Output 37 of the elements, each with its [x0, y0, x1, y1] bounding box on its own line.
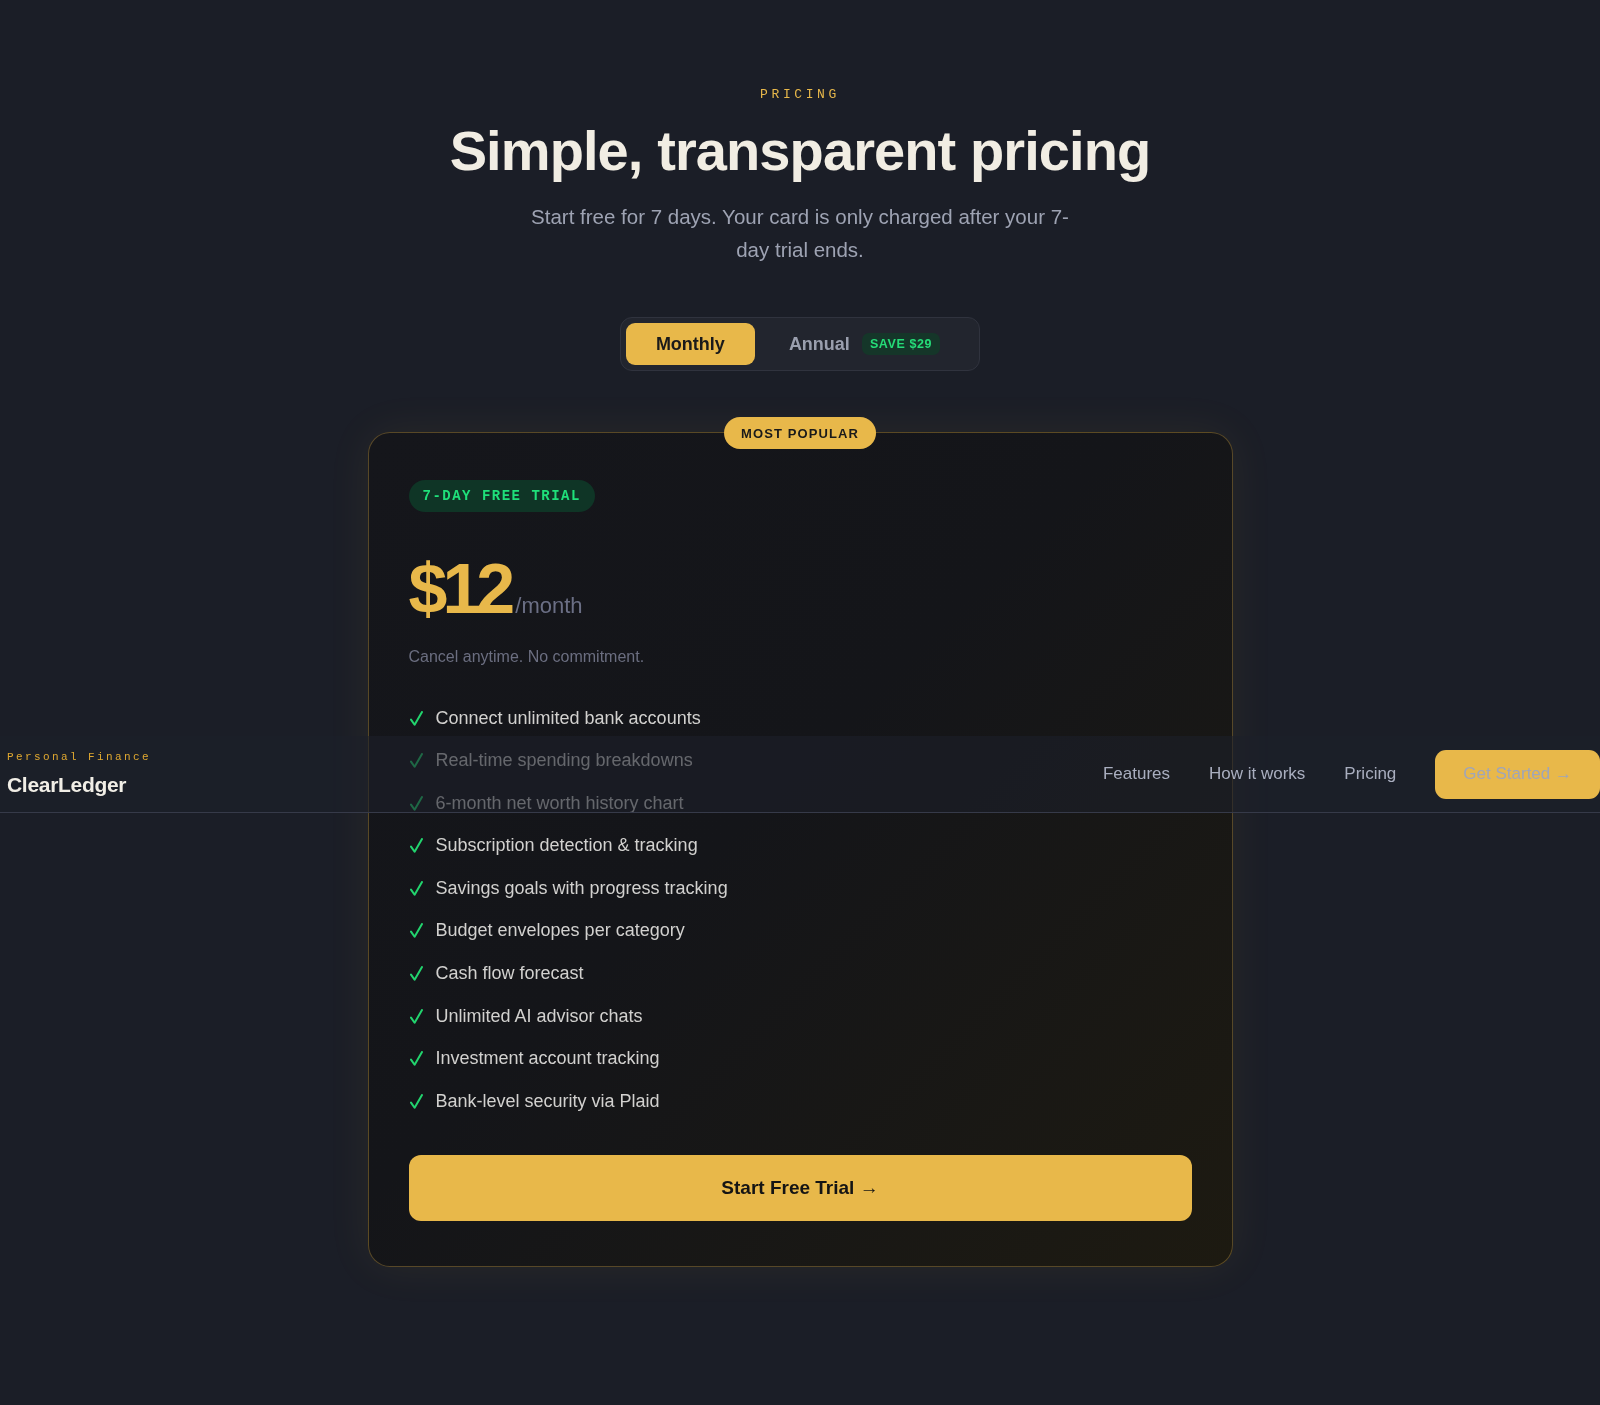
billing-option-tab[interactable]: Annual SAVE $29 [754, 323, 975, 365]
brand-name[interactable]: ClearLedger [7, 772, 127, 798]
nav-link[interactable]: How it works [1209, 764, 1306, 784]
check-icon [409, 1093, 423, 1109]
check-icon [409, 966, 423, 982]
check-icon [409, 710, 423, 726]
save-badge: SAVE $29 [861, 333, 941, 355]
feature-text: Savings goals with progress tracking [435, 877, 728, 899]
feature-text: Unlimited AI advisor chats [435, 1005, 643, 1027]
page-title: Simple, transparent pricing [449, 118, 1151, 184]
feature-text: Connect unlimited bank accounts [435, 707, 701, 729]
feature-text: Real-time spending breakdowns [435, 750, 693, 772]
check-icon [409, 753, 423, 769]
price-note: Cancel anytime. No commitment. [408, 647, 645, 667]
brand-tagline: Personal Finance [7, 750, 152, 764]
section-eyebrow: PRICING [760, 87, 840, 103]
check-icon [409, 795, 423, 811]
check-icon [409, 923, 423, 939]
start-trial-button[interactable]: Start Free Trial → [408, 1155, 1192, 1222]
free-trial-tag: 7-DAY FREE TRIAL [408, 480, 595, 512]
feature-text: Bank-level security via Plaid [435, 1090, 660, 1112]
billing-option-tab[interactable]: Monthly [625, 323, 755, 365]
price-period: /month [515, 593, 583, 619]
feature-text: Cash flow forecast [435, 963, 584, 985]
check-icon [409, 1008, 423, 1024]
price-amount: $12 [408, 554, 511, 624]
feature-text: Investment account tracking [435, 1048, 660, 1070]
check-icon [409, 838, 423, 854]
nav-link[interactable]: Pricing [1344, 764, 1397, 784]
nav-link[interactable]: Features [1102, 764, 1170, 784]
feature-text: Subscription detection & tracking [435, 835, 698, 857]
page-subtitle: Start free for 7 days. Your card is only charged after your 7-day trial ends. [530, 204, 1070, 263]
feature-text: Budget envelopes per category [435, 920, 685, 942]
check-icon [409, 880, 423, 896]
feature-text: 6-month net worth history chart [435, 792, 684, 814]
check-icon [409, 1051, 423, 1067]
most-popular-badge: MOST POPULAR [724, 417, 876, 449]
